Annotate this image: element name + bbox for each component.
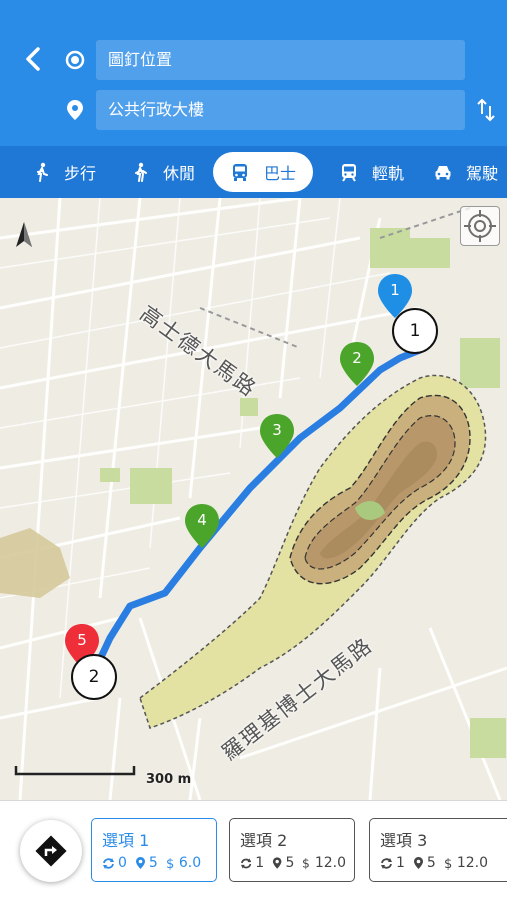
swap-vertical-icon[interactable] [475, 97, 497, 123]
directions-button[interactable] [20, 820, 82, 882]
tab-drive[interactable]: 駕駛 [428, 152, 504, 192]
tab-bus-label: 巴士 [263, 164, 296, 183]
route-option-2-stops: 5 [285, 855, 295, 871]
app-root: 圖釘位置 公共行政大樓 步行 休閒 巴士 輕軌 駕駛 高士德大馬路 羅理基博士大… [0, 0, 507, 900]
tab-light-rail[interactable]: 輕軌 [326, 152, 418, 192]
stop-marker-4-label: 4 [197, 511, 207, 529]
bus-icon [232, 164, 247, 181]
svg-text:$: $ [166, 857, 174, 870]
route-option-1-transfers: 0 [118, 855, 127, 871]
tab-leisure-label: 休閒 [162, 164, 195, 183]
route-map[interactable]: 高士德大馬路 羅理基博士大馬路 1 2 3 4 5 1 2 300 m [0, 198, 507, 800]
route-option-3-transfers: 1 [396, 855, 405, 871]
stop-pin-icon [135, 857, 145, 869]
map-canvas [0, 198, 507, 800]
route-option-1[interactable]: 選項 1 0 5 $ 6.0 [91, 818, 217, 882]
route-option-1-stats: 0 5 $ 6.0 [102, 855, 216, 871]
transport-mode-tabs: 步行 休閒 巴士 輕軌 駕駛 [0, 146, 507, 198]
svg-text:$: $ [302, 857, 310, 870]
route-option-2-stats: 1 5 $ 12.0 [240, 855, 354, 871]
tab-leisure[interactable]: 休閒 [120, 152, 208, 192]
tab-drive-label: 駕駛 [466, 164, 499, 183]
north-arrow-icon[interactable] [12, 220, 36, 250]
crosshair-icon [464, 210, 496, 242]
route-header: 圖釘位置 公共行政大樓 [0, 0, 507, 146]
stop-marker-2[interactable]: 2 [337, 340, 377, 388]
route-option-1-stops: 5 [148, 855, 158, 871]
route-option-3-title: 選項 3 [380, 831, 428, 850]
route-option-2-transfers: 1 [255, 855, 265, 871]
stop-marker-3-label: 3 [272, 421, 282, 439]
target-circle-icon [65, 50, 85, 70]
stop-marker-5-label: 5 [77, 631, 87, 649]
route-option-1-fare: 6.0 [178, 855, 202, 871]
tram-icon [341, 164, 356, 182]
car-icon [435, 166, 451, 180]
turn-right-diamond-icon [35, 835, 67, 867]
route-option-1-title: 選項 1 [102, 831, 150, 850]
route-options-panel: 選項 1 0 5 $ 6.0 選項 2 1 5 $ 12.0 選項 3 1 5 … [0, 800, 507, 900]
route-option-2-title: 選項 2 [240, 831, 288, 850]
scale-bar [14, 766, 136, 776]
dollar-icon: $ [444, 857, 452, 870]
chevron-left-icon[interactable] [18, 44, 48, 74]
route-option-3-stops: 5 [426, 855, 436, 871]
stop-marker-1-label: 1 [390, 281, 400, 299]
hike-icon [134, 162, 147, 182]
locate-me-button[interactable] [460, 206, 500, 246]
transfer-icon [381, 857, 392, 869]
start-point-circle[interactable]: 1 [392, 308, 438, 354]
stop-marker-4[interactable]: 4 [182, 502, 222, 550]
route-option-3[interactable]: 選項 3 1 5 $ 12.0 [369, 818, 507, 882]
tab-bus[interactable]: 巴士 [213, 152, 313, 192]
end-point-circle[interactable]: 2 [71, 654, 117, 700]
route-option-3-fare: 12.0 [456, 855, 489, 871]
svg-text:$: $ [444, 857, 452, 870]
dollar-icon: $ [302, 857, 310, 870]
stop-pin-icon [413, 857, 423, 869]
scale-label: 300 m [146, 772, 192, 787]
transfer-icon [103, 857, 114, 869]
route-option-2[interactable]: 選項 2 1 5 $ 12.0 [229, 818, 355, 882]
tab-light-rail-label: 輕軌 [371, 164, 404, 183]
stop-pin-icon [273, 857, 282, 869]
route-option-3-stats: 1 5 $ 12.0 [380, 855, 507, 871]
route-option-2-fare: 12.0 [314, 855, 346, 871]
transfer-icon [240, 857, 252, 869]
origin-field[interactable]: 圖釘位置 [96, 40, 465, 80]
dollar-icon: $ [166, 857, 174, 870]
map-pin-icon [67, 100, 83, 120]
destination-field[interactable]: 公共行政大樓 [96, 90, 465, 130]
tab-walk-label: 步行 [63, 164, 96, 183]
tab-walk[interactable]: 步行 [22, 152, 108, 192]
stop-marker-2-label: 2 [352, 349, 362, 367]
stop-marker-3[interactable]: 3 [257, 412, 297, 460]
walk-icon [36, 162, 48, 182]
